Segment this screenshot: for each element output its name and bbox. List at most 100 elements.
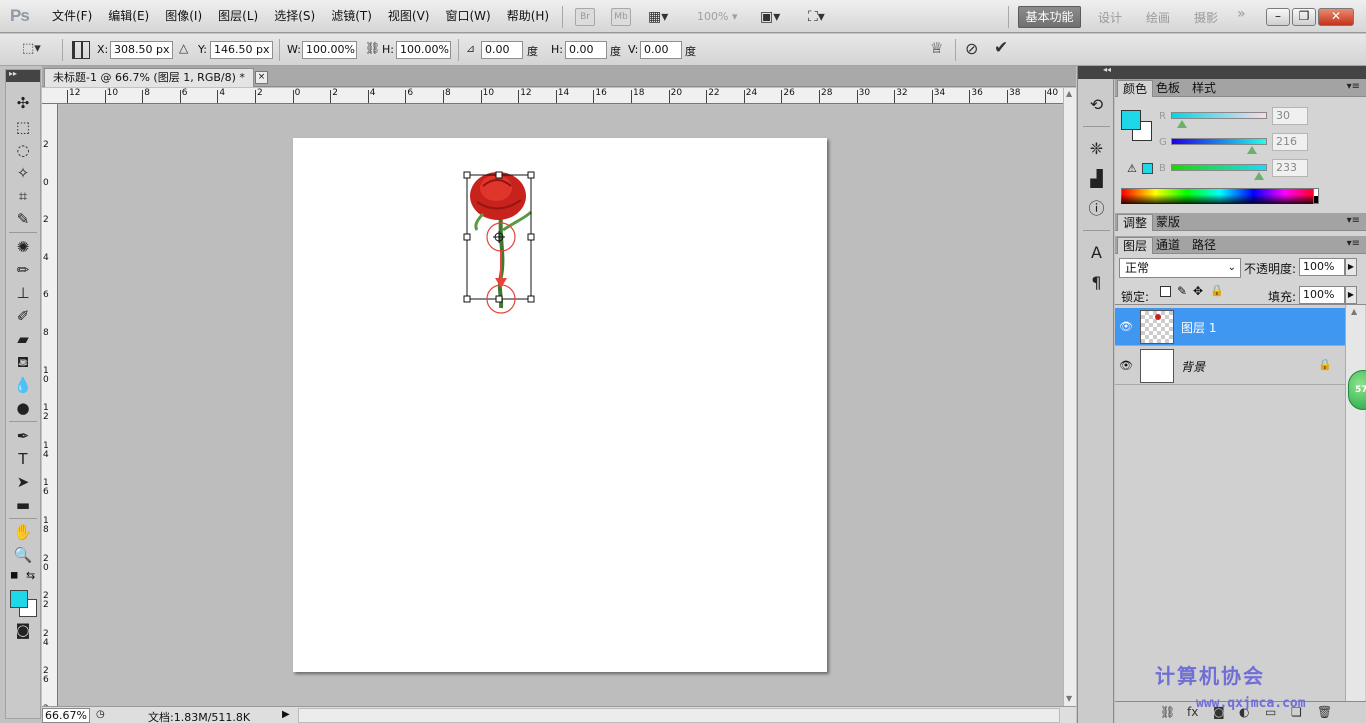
lock-transparency-icon[interactable] bbox=[1160, 286, 1171, 297]
view-extras-icon[interactable]: ▦▾ bbox=[648, 9, 668, 25]
blur-tool-icon[interactable]: 💧 bbox=[9, 374, 37, 396]
zoom-level-combo[interactable]: 100% ▾ bbox=[697, 10, 737, 23]
panel-menu-icon[interactable]: ▾≡ bbox=[1347, 81, 1360, 92]
collapse-icon[interactable]: ▸▸ bbox=[9, 69, 17, 78]
path-selection-tool-icon[interactable]: ➤ bbox=[9, 471, 37, 493]
quick-selection-tool-icon[interactable]: ✧ bbox=[9, 162, 37, 184]
b-value[interactable]: 233 bbox=[1272, 159, 1308, 177]
g-value[interactable]: 216 bbox=[1272, 133, 1308, 151]
bridge-button[interactable]: Br bbox=[575, 8, 595, 26]
fill-stepper-icon[interactable]: ▶ bbox=[1345, 286, 1357, 304]
close-document-icon[interactable]: × bbox=[255, 71, 268, 84]
fill-field[interactable]: 100% bbox=[1299, 286, 1345, 304]
floating-badge[interactable]: 57 bbox=[1348, 370, 1366, 410]
layer-name[interactable]: 图层 1 bbox=[1181, 319, 1216, 336]
tab-swatches[interactable]: 色板 bbox=[1151, 80, 1185, 97]
height-field[interactable]: 100.00% bbox=[396, 41, 451, 59]
tab-adjustments[interactable]: 调整 bbox=[1117, 214, 1154, 231]
menu-select[interactable]: 选择(S) bbox=[266, 0, 323, 33]
collapse-panels-icon[interactable]: ◂◂ bbox=[1103, 65, 1111, 74]
clone-stamp-tool-icon[interactable]: ⊥ bbox=[9, 282, 37, 304]
marquee-tool-icon[interactable]: ⬚ bbox=[9, 116, 37, 138]
rectangle-tool-icon[interactable]: ▬ bbox=[9, 494, 37, 516]
menu-layer[interactable]: 图层(L) bbox=[210, 0, 266, 33]
close-window-button[interactable]: ✕ bbox=[1318, 8, 1354, 26]
v-skew-field[interactable]: 0.00 bbox=[640, 41, 682, 59]
type-tool-icon[interactable]: T bbox=[9, 448, 37, 470]
vertical-ruler[interactable]: 20246810121416182022242628 bbox=[42, 104, 58, 723]
r-value[interactable]: 30 bbox=[1272, 107, 1308, 125]
color-foreground-swatch[interactable] bbox=[1121, 110, 1141, 130]
foreground-color-swatch[interactable] bbox=[10, 590, 28, 608]
g-slider[interactable] bbox=[1171, 138, 1267, 145]
info-panel-icon[interactable]: ⓘ bbox=[1085, 198, 1108, 220]
character-panel-icon[interactable]: A bbox=[1085, 242, 1108, 264]
panels-header[interactable]: ◂◂ bbox=[1103, 65, 1366, 79]
zoom-tool-icon[interactable]: 🔍 bbox=[9, 544, 37, 566]
dodge-tool-icon[interactable]: ● bbox=[9, 397, 37, 419]
b-slider-thumb[interactable] bbox=[1253, 172, 1264, 180]
relative-position-icon[interactable]: △ bbox=[179, 42, 188, 54]
lock-position-icon[interactable]: ✥ bbox=[1193, 284, 1203, 298]
paint-bucket-tool-icon[interactable]: ⛾ bbox=[9, 351, 37, 373]
y-field[interactable]: 146.50 px bbox=[210, 41, 273, 59]
scroll-up-icon[interactable]: ▲ bbox=[1351, 307, 1357, 316]
menu-filter[interactable]: 滤镜(T) bbox=[323, 0, 380, 33]
menu-window[interactable]: 窗口(W) bbox=[437, 0, 498, 33]
scroll-up-icon[interactable]: ▲ bbox=[1066, 89, 1072, 98]
hand-tool-icon[interactable]: ✋ bbox=[9, 521, 37, 543]
gamut-color-swatch[interactable] bbox=[1142, 163, 1153, 174]
h-skew-field[interactable]: 0.00 bbox=[565, 41, 607, 59]
workspace-design[interactable]: 设计 bbox=[1098, 9, 1122, 26]
status-menu-arrow[interactable]: ▶ bbox=[282, 709, 290, 720]
g-slider-thumb[interactable] bbox=[1247, 146, 1258, 154]
vertical-scrollbar[interactable]: ▲ ▼ bbox=[1063, 88, 1076, 706]
eyedropper-tool-icon[interactable]: ✎ bbox=[9, 208, 37, 230]
toolbox-header[interactable]: ▸▸ bbox=[6, 69, 40, 82]
status-info-icon[interactable]: ◷ bbox=[96, 709, 105, 720]
menu-file[interactable]: 文件(F) bbox=[44, 0, 100, 33]
width-field[interactable]: 100.00% bbox=[302, 41, 357, 59]
spot-healing-tool-icon[interactable]: ✺ bbox=[9, 236, 37, 258]
commit-transform-icon[interactable]: ✔ bbox=[994, 40, 1008, 57]
mini-bridge-button[interactable]: Mb bbox=[611, 8, 631, 26]
layers-scrollbar[interactable]: ▲ bbox=[1345, 305, 1365, 702]
eye-icon[interactable]: 👁 bbox=[1118, 320, 1134, 334]
document-canvas[interactable] bbox=[293, 138, 827, 672]
layer-name[interactable]: 背景 bbox=[1181, 358, 1205, 375]
layer-row[interactable]: 👁 背景 🔒 bbox=[1115, 347, 1345, 385]
restore-button[interactable]: ❐ bbox=[1292, 8, 1316, 26]
r-slider[interactable] bbox=[1171, 112, 1267, 119]
link-layers-icon[interactable]: ⛓ bbox=[1160, 705, 1175, 719]
x-field[interactable]: 308.50 px bbox=[110, 41, 173, 59]
default-colors-icon[interactable]: ◼ bbox=[10, 570, 18, 581]
layer-row[interactable]: 👁 图层 1 bbox=[1115, 308, 1345, 346]
minimize-button[interactable]: – bbox=[1266, 8, 1290, 26]
paragraph-panel-icon[interactable]: ¶ bbox=[1085, 272, 1108, 294]
panel-menu-icon[interactable]: ▾≡ bbox=[1347, 238, 1360, 249]
tab-color[interactable]: 颜色 bbox=[1117, 80, 1154, 97]
more-workspaces-icon[interactable]: » bbox=[1237, 6, 1246, 22]
canvas-area[interactable] bbox=[59, 105, 1063, 706]
delete-layer-icon[interactable]: 🗑 bbox=[1317, 705, 1332, 719]
warp-mode-icon[interactable]: ♕ bbox=[930, 41, 943, 56]
black-white-swatch[interactable] bbox=[1313, 188, 1319, 204]
arrange-documents-icon[interactable]: ▣▾ bbox=[760, 9, 780, 25]
angle-field[interactable]: 0.00 bbox=[481, 41, 523, 59]
tab-paths[interactable]: 路径 bbox=[1187, 237, 1221, 254]
lock-all-icon[interactable]: 🔒 bbox=[1210, 284, 1224, 297]
menu-view[interactable]: 视图(V) bbox=[380, 0, 438, 33]
eraser-tool-icon[interactable]: ▰ bbox=[9, 328, 37, 350]
workspace-essentials[interactable]: 基本功能 bbox=[1018, 6, 1081, 28]
crop-tool-icon[interactable]: ⌗ bbox=[9, 185, 37, 207]
eye-icon[interactable]: 👁 bbox=[1118, 359, 1134, 373]
document-tab[interactable]: 未标题-1 @ 66.7% (图层 1, RGB/8) * bbox=[44, 68, 254, 87]
pen-tool-icon[interactable]: ✒ bbox=[9, 425, 37, 447]
tab-styles[interactable]: 样式 bbox=[1187, 80, 1221, 97]
cancel-transform-icon[interactable]: ⊘ bbox=[965, 41, 978, 57]
swap-colors-icon[interactable]: ⇆ bbox=[26, 569, 35, 582]
reference-point-icon[interactable] bbox=[72, 41, 90, 59]
opacity-stepper-icon[interactable]: ▶ bbox=[1345, 258, 1357, 276]
b-slider[interactable] bbox=[1171, 164, 1267, 171]
r-slider-thumb[interactable] bbox=[1177, 120, 1188, 128]
